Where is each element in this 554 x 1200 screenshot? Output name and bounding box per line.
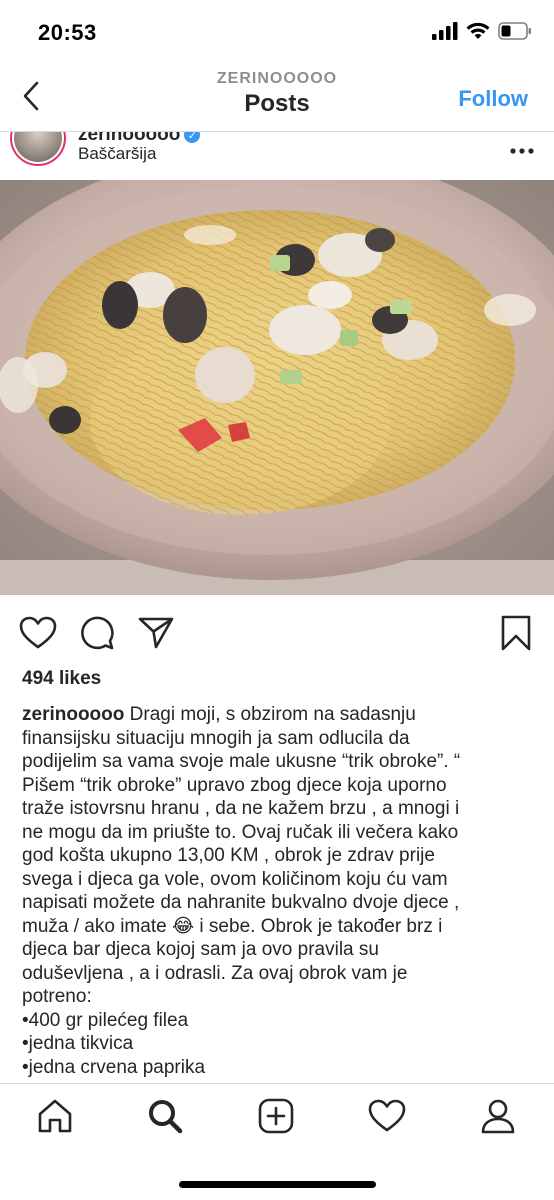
caption-line: Pišem “trik obroke” upravo zbog djece ko…	[22, 774, 447, 796]
caption-line: svega i djeca ga vole, ovom količinom ko…	[22, 868, 448, 890]
bookmark-icon	[501, 615, 531, 651]
caption-line: traže istovrsnu hranu , da ne kažem brzu…	[22, 798, 460, 819]
wifi-icon	[466, 22, 490, 39]
caption-line: djeca bar djeca kojoj sam ja ovo pravila…	[22, 939, 379, 960]
post-header: zerinooooo ✓ Baščaršija	[0, 132, 554, 180]
bookmark-button[interactable]	[496, 613, 536, 653]
home-icon	[38, 1099, 72, 1133]
caption-line: •jedna tikvica	[22, 1033, 134, 1054]
post-location[interactable]: Baščaršija	[78, 144, 156, 164]
caption-first-line: zerinooooo Dragi moji, s obzirom na sada…	[22, 703, 537, 727]
search-icon	[149, 1100, 183, 1134]
share-button[interactable]	[136, 613, 176, 653]
caption-line: oduševljena , a i odrasli. Za ovaj obrok…	[22, 962, 408, 984]
status-bar: 20:53	[0, 0, 554, 64]
caption-lines: finansijsku situaciju mnogih ja sam odlu…	[22, 727, 537, 1080]
post-image[interactable]	[0, 180, 554, 595]
caption-line: podijelim sa vama svoje male ukusne “tri…	[22, 751, 461, 772]
comment-button[interactable]	[77, 613, 117, 653]
share-icon	[138, 617, 174, 649]
caption-username[interactable]: zerinooooo	[22, 704, 124, 725]
more-options-button[interactable]	[510, 134, 534, 160]
like-button[interactable]	[18, 613, 58, 653]
caption-line: napisati možete da nahranite bukvalno dv…	[22, 892, 460, 913]
caption-line: ne mogu da im priušte to. Ovaj ručak ili…	[22, 821, 459, 843]
nav-search[interactable]	[145, 1096, 185, 1136]
post-actions	[0, 605, 554, 657]
verified-icon: ✓	[184, 132, 201, 143]
caption-line: finansijsku situaciju mnogih ja sam odlu…	[22, 727, 410, 749]
more-icon	[510, 148, 534, 154]
battery-icon	[498, 22, 531, 40]
caption-text: Dragi moji, s obzirom na sadasnju	[124, 704, 416, 725]
post-caption: zerinooooo Dragi moji, s obzirom na sada…	[22, 703, 537, 1079]
heart-icon	[19, 616, 57, 649]
follow-button[interactable]: Follow	[458, 86, 528, 112]
activity-icon	[368, 1099, 406, 1132]
signal-icon	[432, 22, 458, 40]
new-post-icon	[258, 1098, 294, 1134]
status-time: 20:53	[38, 20, 97, 45]
caption-line: potreno:	[22, 986, 92, 1007]
caption-line: muža / ako imate 😂 i sebe. Obrok je tako…	[22, 915, 443, 937]
nav-home[interactable]	[35, 1096, 75, 1136]
status-icons	[432, 22, 532, 40]
nav-profile[interactable]	[478, 1096, 518, 1136]
comment-icon	[81, 616, 114, 650]
nav-activity[interactable]	[367, 1096, 407, 1136]
caption-line: •400 gr pilećeg filea	[22, 1009, 189, 1031]
nav-new-post[interactable]	[256, 1096, 296, 1136]
header: ZERINOOOOO Posts Follow	[0, 64, 554, 132]
avatar[interactable]	[10, 132, 66, 166]
caption-line: •jedna crvena paprika	[22, 1056, 206, 1078]
post-photo	[0, 180, 554, 595]
profile-icon	[481, 1099, 515, 1134]
caption-line: god košta ukupno 13,00 KM , obrok je zdr…	[22, 845, 435, 866]
home-indicator[interactable]	[179, 1181, 376, 1188]
likes-count[interactable]: 494 likes	[22, 668, 101, 690]
